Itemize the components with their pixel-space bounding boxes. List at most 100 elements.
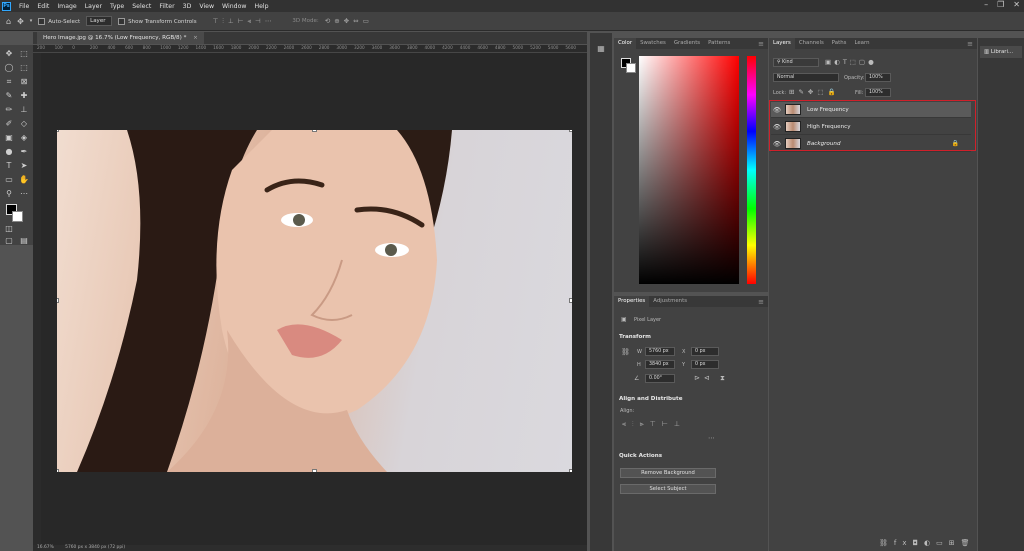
- history-brush-icon[interactable]: ✐: [3, 118, 15, 130]
- gradient-icon[interactable]: ▣: [3, 132, 15, 144]
- auto-select-checkbox[interactable]: Auto-Select: [38, 17, 80, 25]
- more-tools-icon[interactable]: ⋯: [18, 188, 30, 200]
- layer-filter-dropdown[interactable]: ⚲ Kind: [773, 58, 819, 67]
- spot-heal-icon[interactable]: ✚: [18, 90, 30, 102]
- flip-icons[interactable]: ⊳⊲ ⧗: [694, 374, 729, 383]
- zoom-tool-icon[interactable]: ⚲: [3, 188, 15, 200]
- frame-icon[interactable]: ⊠: [18, 76, 30, 88]
- transform-handle[interactable]: [569, 130, 572, 132]
- hue-slider[interactable]: [747, 56, 756, 284]
- align-buttons[interactable]: ⊤ ⫶ ⊥ ⊢ ⫷ ⊣ ⋯: [213, 17, 273, 26]
- tab-gradients[interactable]: Gradients: [670, 38, 704, 49]
- chevron-down-icon[interactable]: ▾: [30, 18, 33, 24]
- show-transform-checkbox[interactable]: Show Transform Controls: [118, 17, 197, 25]
- artboard-tool-icon[interactable]: ⬚: [18, 48, 30, 60]
- pen-icon[interactable]: ✒: [18, 146, 30, 158]
- remove-background-button[interactable]: Remove Background: [620, 468, 716, 478]
- transform-handle[interactable]: [57, 130, 59, 132]
- eyedropper-icon[interactable]: ✎: [3, 90, 15, 102]
- auto-select-target-dropdown[interactable]: Layer: [86, 16, 113, 26]
- layer-row-low-frequency[interactable]: 👁 Low Frequency: [771, 102, 971, 118]
- stamp-icon[interactable]: ⊥: [18, 104, 30, 116]
- eye-icon[interactable]: 👁: [771, 123, 783, 131]
- dodge-icon[interactable]: ●: [3, 146, 15, 158]
- layer-row-background[interactable]: 👁 Background 🔒: [771, 136, 971, 152]
- layer-footer-buttons[interactable]: ⛓fx◘◐▭⊞🗑: [879, 539, 976, 547]
- close-icon[interactable]: ✕: [1013, 0, 1020, 9]
- document-tab[interactable]: Hero Image.jpg @ 16.7% (Low Frequency, R…: [37, 32, 204, 44]
- quick-actions-title[interactable]: Quick Actions: [619, 453, 662, 459]
- saturation-value-field[interactable]: [639, 56, 739, 284]
- y-field[interactable]: 0 px: [691, 360, 719, 369]
- tab-properties[interactable]: Properties: [614, 296, 650, 307]
- menu-filter[interactable]: Filter: [155, 3, 178, 10]
- menu-file[interactable]: File: [15, 3, 33, 10]
- more-options-icon[interactable]: ⋯: [708, 434, 715, 442]
- checkbox-icon[interactable]: [118, 17, 126, 25]
- menu-type[interactable]: Type: [106, 3, 128, 10]
- checkbox-icon[interactable]: [38, 17, 46, 25]
- tab-color[interactable]: Color: [614, 38, 637, 49]
- lock-icons[interactable]: ⊞✎✥⬚🔒: [789, 88, 840, 96]
- hand-tool-icon[interactable]: ✋: [18, 174, 30, 186]
- link-icon[interactable]: ⛓: [621, 348, 630, 356]
- path-select-icon[interactable]: ➤: [18, 160, 30, 172]
- transform-handle[interactable]: [312, 469, 317, 472]
- minimize-icon[interactable]: –: [984, 0, 988, 9]
- menu-edit[interactable]: Edit: [33, 3, 53, 10]
- lasso-icon[interactable]: ◯: [3, 62, 15, 74]
- tab-paths[interactable]: Paths: [828, 38, 851, 49]
- menu-view[interactable]: View: [195, 3, 218, 10]
- menu-image[interactable]: Image: [53, 3, 80, 10]
- rectangle-tool-icon[interactable]: ▭: [3, 174, 15, 186]
- document-image[interactable]: [57, 130, 572, 472]
- screen-mode-alt-icon[interactable]: ▤: [18, 235, 30, 247]
- menu-3d[interactable]: 3D: [179, 3, 196, 10]
- angle-field[interactable]: 0.00°: [645, 374, 675, 383]
- panel-menu-icon[interactable]: ≡: [758, 40, 764, 48]
- layer-filter-icons[interactable]: ▣◐T⬚▢●: [825, 58, 877, 66]
- background-color-swatch[interactable]: [12, 211, 23, 222]
- eye-icon[interactable]: 👁: [771, 140, 783, 148]
- blend-mode-dropdown[interactable]: Normal: [773, 73, 839, 82]
- blur-icon[interactable]: ◈: [18, 132, 30, 144]
- tab-adjustments[interactable]: Adjustments: [649, 296, 691, 307]
- select-subject-button[interactable]: Select Subject: [620, 484, 716, 494]
- transform-handle[interactable]: [569, 298, 572, 303]
- eraser-icon[interactable]: ◇: [18, 118, 30, 130]
- align-buttons[interactable]: ⫷⫶⫸⊤⊢⊥: [622, 420, 686, 429]
- transform-handle[interactable]: [57, 469, 59, 472]
- tab-channels[interactable]: Channels: [795, 38, 828, 49]
- tab-learn[interactable]: Learn: [850, 38, 873, 49]
- x-field[interactable]: 0 px: [691, 347, 719, 356]
- 3d-mode-buttons[interactable]: ⟲ ⊕ ✥ ⇔ ▭: [325, 17, 370, 25]
- brush-icon[interactable]: ✏: [3, 104, 15, 116]
- align-section-title[interactable]: Align and Distribute: [619, 396, 683, 402]
- transform-handle[interactable]: [312, 130, 317, 132]
- history-panel-icon[interactable]: ▦: [595, 43, 607, 55]
- tab-swatches[interactable]: Swatches: [636, 38, 670, 49]
- layer-row-high-frequency[interactable]: 👁 High Frequency: [771, 119, 971, 135]
- transform-handle[interactable]: [569, 469, 572, 472]
- move-tool-icon[interactable]: ✥: [17, 17, 24, 26]
- zoom-level[interactable]: 16.67%: [37, 545, 54, 550]
- height-field[interactable]: 3840 px: [645, 360, 675, 369]
- tab-layers[interactable]: Layers: [769, 38, 795, 49]
- home-icon[interactable]: ⌂: [6, 17, 11, 26]
- crop-icon[interactable]: ⌗: [3, 76, 15, 88]
- quick-mask-icon[interactable]: ◫: [3, 223, 15, 235]
- menu-layer[interactable]: Layer: [81, 3, 106, 10]
- fill-field[interactable]: 100%: [865, 88, 891, 97]
- background-color-chip[interactable]: [626, 63, 636, 73]
- menu-select[interactable]: Select: [128, 3, 155, 10]
- screen-mode-icon[interactable]: ▢: [3, 235, 15, 247]
- menu-window[interactable]: Window: [218, 3, 250, 10]
- panel-menu-icon[interactable]: ≡: [967, 40, 973, 48]
- restore-icon[interactable]: ❐: [997, 0, 1004, 9]
- transform-section-title[interactable]: Transform: [619, 334, 651, 340]
- close-tab-icon[interactable]: ×: [193, 35, 198, 41]
- opacity-field[interactable]: 100%: [865, 73, 891, 82]
- object-select-icon[interactable]: ⬚: [18, 62, 30, 74]
- type-tool-icon[interactable]: T: [3, 160, 15, 172]
- move-tool-icon[interactable]: ✥: [3, 48, 15, 60]
